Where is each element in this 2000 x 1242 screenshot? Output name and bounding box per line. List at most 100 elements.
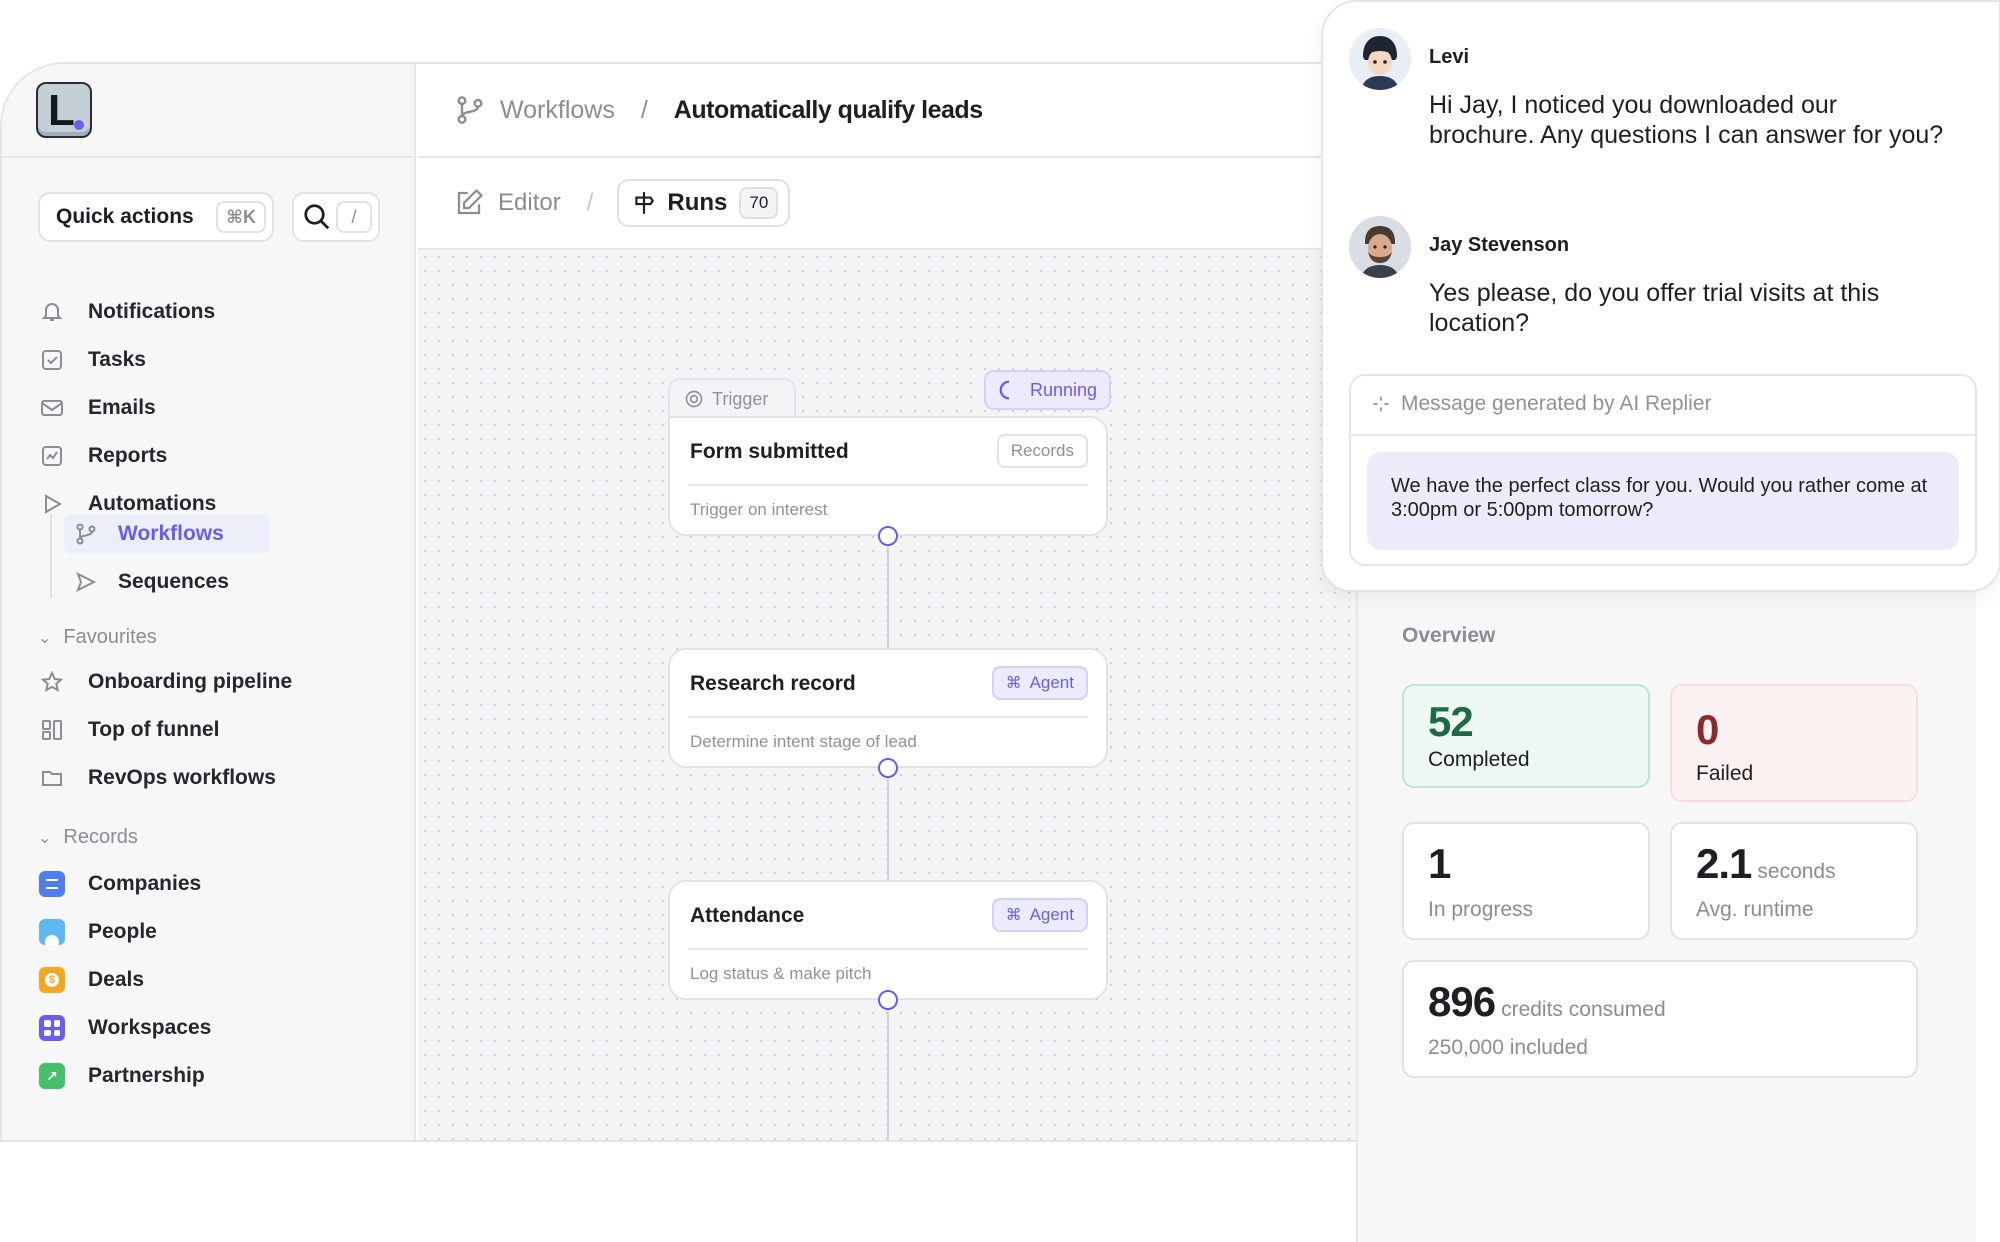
workflow-node-form-submitted[interactable]: Form submitted Records Trigger on intere… — [668, 416, 1108, 536]
tab-editor[interactable]: Editor — [498, 189, 561, 217]
ai-reply-box[interactable]: Message generated by AI Replier We have … — [1349, 374, 1977, 566]
record-item-partnership[interactable]: ↗ Partnership — [38, 1056, 398, 1096]
failed-count: 0 — [1696, 706, 1719, 753]
agent-icon: ⌘ — [1005, 907, 1022, 924]
sidebar-item-notifications[interactable]: Notifications — [38, 292, 398, 332]
handshake-icon: ↗ — [38, 1062, 66, 1090]
avg-runtime-card[interactable]: 2.1 seconds Avg. runtime — [1670, 822, 1918, 940]
sidebar-item-label: Automations — [88, 492, 217, 515]
workflow-node-research-record[interactable]: Research record ⌘ Agent Determine intent … — [668, 648, 1108, 768]
ai-generated-message[interactable]: We have the perfect class for you. Would… — [1367, 452, 1959, 550]
records-label: Records — [63, 826, 138, 848]
records-section-header[interactable]: ⌄ Records — [38, 826, 138, 849]
checkbox-icon — [38, 346, 66, 374]
record-label: Companies — [88, 872, 202, 895]
agent-icon: ⌘ — [1005, 675, 1022, 692]
branch-icon — [72, 520, 100, 548]
avg-runtime-number: 2.1 — [1696, 840, 1752, 887]
chat-sender-name: Jay Stevenson — [1429, 234, 1570, 256]
sidebar-item-reports[interactable]: Reports — [38, 436, 398, 476]
node-connector-handle[interactable] — [878, 990, 898, 1010]
sidebar-item-label: Reports — [88, 444, 168, 467]
tree-line — [50, 514, 52, 598]
agent-badge: ⌘ Agent — [991, 898, 1088, 932]
sidebar-item-label: Sequences — [118, 570, 229, 593]
in-progress-label: In progress — [1428, 898, 1534, 921]
runs-count-badge: 70 — [739, 187, 779, 219]
favourite-item-revops[interactable]: RevOps workflows — [38, 758, 398, 798]
credits-card[interactable]: 896 credits consumed 250,000 included — [1402, 960, 1918, 1078]
failed-card[interactable]: 0 Failed — [1670, 684, 1918, 802]
chat-popover: Levi Hi Jay, I noticed you downloaded ou… — [1321, 0, 2000, 592]
person-icon — [38, 918, 66, 946]
quick-actions-button[interactable]: Quick actions ⌘K — [38, 192, 274, 242]
chart-icon — [38, 442, 66, 470]
avg-runtime-unit: seconds — [1757, 860, 1836, 883]
node-description: Trigger on interest — [690, 500, 828, 519]
record-item-people[interactable]: People — [38, 912, 398, 952]
node-connector-handle[interactable] — [878, 526, 898, 546]
breadcrumb-workflows-link[interactable]: Workflows — [500, 96, 615, 125]
avatar-levi — [1349, 28, 1411, 90]
sidebar-item-tasks[interactable]: Tasks — [38, 340, 398, 380]
chat-message-text: Yes please, do you offer trial visits at… — [1429, 279, 1880, 337]
favourite-item-top-of-funnel[interactable]: Top of funnel — [38, 710, 398, 750]
divider — [688, 948, 1088, 950]
tab-runs[interactable]: Runs 70 — [617, 179, 791, 227]
ai-reply-label: Message generated by AI Replier — [1401, 392, 1712, 415]
quick-actions-label: Quick actions — [56, 205, 194, 228]
branch-icon — [457, 96, 483, 124]
favourites-section-header[interactable]: ⌄ Favourites — [38, 626, 157, 649]
node-connector-handle[interactable] — [878, 758, 898, 778]
trigger-tab-label: Trigger — [712, 388, 769, 409]
quick-actions-shortcut: ⌘K — [216, 201, 266, 233]
favourite-label: Top of funnel — [88, 718, 220, 741]
workflow-node-attendance[interactable]: Attendance ⌘ Agent Log status & make pitc… — [668, 880, 1108, 1000]
play-icon — [38, 490, 66, 518]
avatar-jay-stevenson — [1349, 216, 1411, 278]
app-logo[interactable]: L — [36, 82, 92, 138]
sidebar-item-label: Notifications — [88, 300, 216, 323]
page-title: Automatically qualify leads — [673, 95, 983, 124]
credits-number: 896 — [1428, 978, 1496, 1025]
connector-line — [887, 1010, 889, 1140]
node-title: Research record — [690, 672, 856, 695]
record-label: Workspaces — [88, 1016, 212, 1039]
logo-letter: L — [48, 86, 75, 135]
search-button[interactable]: / — [292, 192, 380, 242]
divider — [1351, 434, 1975, 436]
record-item-companies[interactable]: Companies — [38, 864, 398, 904]
in-progress-card[interactable]: 1 In progress — [1402, 822, 1650, 940]
record-item-workspaces[interactable]: Workspaces — [38, 1008, 398, 1048]
sidebar-item-label: Tasks — [88, 348, 146, 371]
folder-icon — [38, 764, 66, 792]
completed-label: Completed — [1428, 748, 1530, 771]
ai-reply-header: Message generated by AI Replier — [1371, 392, 1712, 416]
record-label: People — [88, 920, 157, 943]
agent-badge: ⌘ Agent — [991, 666, 1088, 700]
sidebar-item-sequences[interactable]: Sequences — [64, 562, 270, 602]
search-shortcut: / — [336, 201, 372, 233]
divider — [688, 716, 1088, 718]
in-progress-count: 1 — [1428, 840, 1451, 887]
record-label: Partnership — [88, 1064, 205, 1087]
chevron-down-icon: ⌄ — [38, 829, 52, 847]
record-item-deals[interactable]: $ Deals — [38, 960, 398, 1000]
overview-title: Overview — [1402, 624, 1496, 647]
coin-icon: $ — [38, 966, 66, 994]
record-label: Deals — [88, 968, 145, 991]
sidebar-item-emails[interactable]: Emails — [38, 388, 398, 428]
completed-card[interactable]: 52 Completed — [1402, 684, 1650, 788]
grid-icon — [38, 1014, 66, 1042]
running-label: Running — [1030, 379, 1098, 400]
sidebar-item-workflows[interactable]: Workflows — [64, 514, 270, 554]
sidebar: L Quick actions ⌘K / Notifications Tasks… — [2, 64, 416, 1140]
spinner-icon — [999, 380, 1010, 400]
mail-icon — [38, 394, 66, 422]
credits-value: 896 credits consumed — [1428, 978, 1666, 1026]
edit-icon — [457, 188, 484, 215]
avg-runtime-label: Avg. runtime — [1696, 898, 1814, 921]
completed-count: 52 — [1428, 698, 1474, 745]
star-icon — [38, 668, 66, 696]
favourite-item-onboarding[interactable]: Onboarding pipeline — [38, 662, 398, 702]
